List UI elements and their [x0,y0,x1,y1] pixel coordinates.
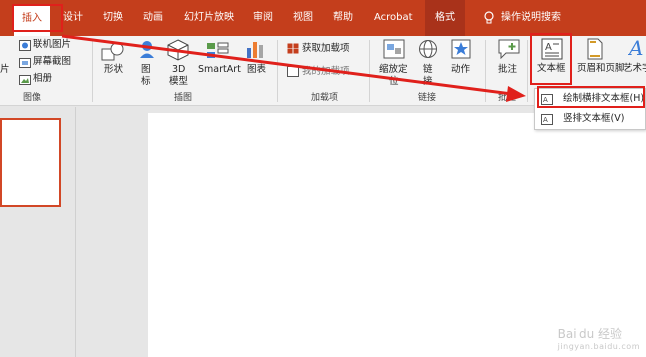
watermark: Bai du 经验 jingyan.baidu.com [558,325,640,351]
watermark-url: jingyan.baidu.com [557,342,640,351]
watermark-brand: Bai du 经验 [557,327,623,341]
annotation-arrow [61,34,526,102]
